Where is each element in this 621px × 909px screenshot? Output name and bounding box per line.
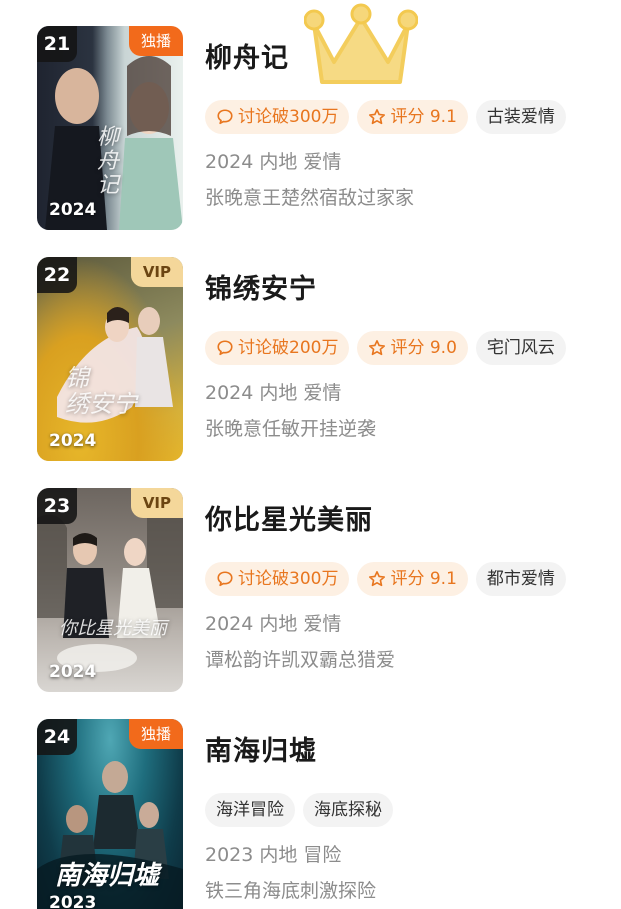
comment-icon xyxy=(217,340,233,356)
discussion-tag: 讨论破300万 xyxy=(205,100,350,134)
show-meta: 2024 内地 爱情 xyxy=(205,613,342,635)
item-info: 你比星光美丽 讨论破300万 评分 9.1 都市爱情 2024 内地 爱情 谭松… xyxy=(205,502,605,674)
tag-row: 讨论破300万 评分 9.1 都市爱情 xyxy=(205,562,605,596)
item-info: 南海归墟 海洋冒险 海底探秘 2023 内地 冒险 铁三角海底刺激探险 xyxy=(205,733,605,905)
rank-number: 22 xyxy=(37,257,77,293)
list-item[interactable]: 南海归墟 24 独播 2023 南海归墟 海洋冒险 海底探秘 2023 内地 冒… xyxy=(0,693,621,909)
show-description: 张晚意任敏开挂逆袭 xyxy=(205,418,377,440)
tag-row: 讨论破200万 评分 9.0 宅门风云 xyxy=(205,331,605,365)
show-title[interactable]: 南海归墟 xyxy=(205,733,605,771)
item-info: 锦绣安宁 讨论破200万 评分 9.0 宅门风云 2024 内地 爱情 张晚意任… xyxy=(205,271,605,443)
rating-text: 评分 9.1 xyxy=(390,569,457,589)
show-title[interactable]: 锦绣安宁 xyxy=(205,271,605,309)
show-meta: 2024 内地 爱情 xyxy=(205,382,342,404)
tag-row: 海洋冒险 海底探秘 xyxy=(205,793,605,827)
genre-tag[interactable]: 都市爱情 xyxy=(475,562,566,596)
poster-image[interactable]: 柳舟记 21 独播 2024 xyxy=(37,26,183,230)
rank-number: 24 xyxy=(37,719,77,755)
genre-tag[interactable]: 海底探秘 xyxy=(303,793,393,827)
comment-icon xyxy=(217,109,233,125)
rating-text: 评分 9.0 xyxy=(390,338,457,358)
rating-tag: 评分 9.1 xyxy=(357,100,468,134)
rank-number: 23 xyxy=(37,488,77,524)
poster-image[interactable]: 锦绣安宁 22 VIP 2024 xyxy=(37,257,183,461)
genre-tag[interactable]: 海洋冒险 xyxy=(205,793,295,827)
show-title[interactable]: 你比星光美丽 xyxy=(205,502,605,540)
rank-number: 21 xyxy=(37,26,77,62)
discussion-tag: 讨论破200万 xyxy=(205,331,350,365)
item-info: 柳舟记 讨论破300万 评分 9.1 古装爱情 2024 内地 爱情 张晚意王楚… xyxy=(205,40,605,212)
genre-tag[interactable]: 古装爱情 xyxy=(475,100,566,134)
discussion-text: 讨论破300万 xyxy=(238,107,339,127)
star-icon xyxy=(369,339,386,356)
poster-year: 2024 xyxy=(49,200,97,220)
show-meta: 2024 内地 爱情 xyxy=(205,151,342,173)
exclusive-badge: 独播 xyxy=(128,719,183,749)
show-description: 谭松韵许凯双霸总猎爱 xyxy=(205,649,396,671)
rating-text: 评分 9.1 xyxy=(390,107,457,127)
poster-image[interactable]: 你比星光美丽 23 VIP 2024 xyxy=(37,488,183,692)
list-item[interactable]: 锦绣安宁 22 VIP 2024 锦绣安宁 讨论破200万 评分 9.0 宅门风… xyxy=(0,231,621,461)
rating-tag: 评分 9.1 xyxy=(357,562,468,596)
rating-tag: 评分 9.0 xyxy=(357,331,468,365)
show-description: 铁三角海底刺激探险 xyxy=(205,880,377,902)
list-item[interactable]: 柳舟记 21 独播 2024 柳舟记 讨论破300万 评分 9.1 古装爱情 2… xyxy=(0,0,621,230)
vip-badge: VIP xyxy=(130,488,183,518)
tag-row: 讨论破300万 评分 9.1 古装爱情 xyxy=(205,100,605,134)
discussion-tag: 讨论破300万 xyxy=(205,562,350,596)
exclusive-badge: 独播 xyxy=(128,26,183,56)
poster-year: 2023 xyxy=(49,893,97,909)
list-item[interactable]: 你比星光美丽 23 VIP 2024 你比星光美丽 讨论破300万 评分 9.1… xyxy=(0,462,621,692)
show-meta: 2023 内地 冒险 xyxy=(205,844,342,866)
comment-icon xyxy=(217,571,233,587)
poster-year: 2024 xyxy=(49,431,97,451)
ranking-list-page: 柳舟记 21 独播 2024 柳舟记 讨论破300万 评分 9.1 古装爱情 2… xyxy=(0,0,621,909)
star-icon xyxy=(369,570,386,587)
genre-tag[interactable]: 宅门风云 xyxy=(475,331,566,365)
poster-image[interactable]: 南海归墟 24 独播 2023 xyxy=(37,719,183,909)
discussion-text: 讨论破300万 xyxy=(238,569,339,589)
discussion-text: 讨论破200万 xyxy=(238,338,339,358)
poster-year: 2024 xyxy=(49,662,97,682)
star-icon xyxy=(369,108,386,125)
show-title[interactable]: 柳舟记 xyxy=(205,40,605,78)
vip-badge: VIP xyxy=(130,257,183,287)
show-description: 张晚意王楚然宿敌过家家 xyxy=(205,187,415,209)
